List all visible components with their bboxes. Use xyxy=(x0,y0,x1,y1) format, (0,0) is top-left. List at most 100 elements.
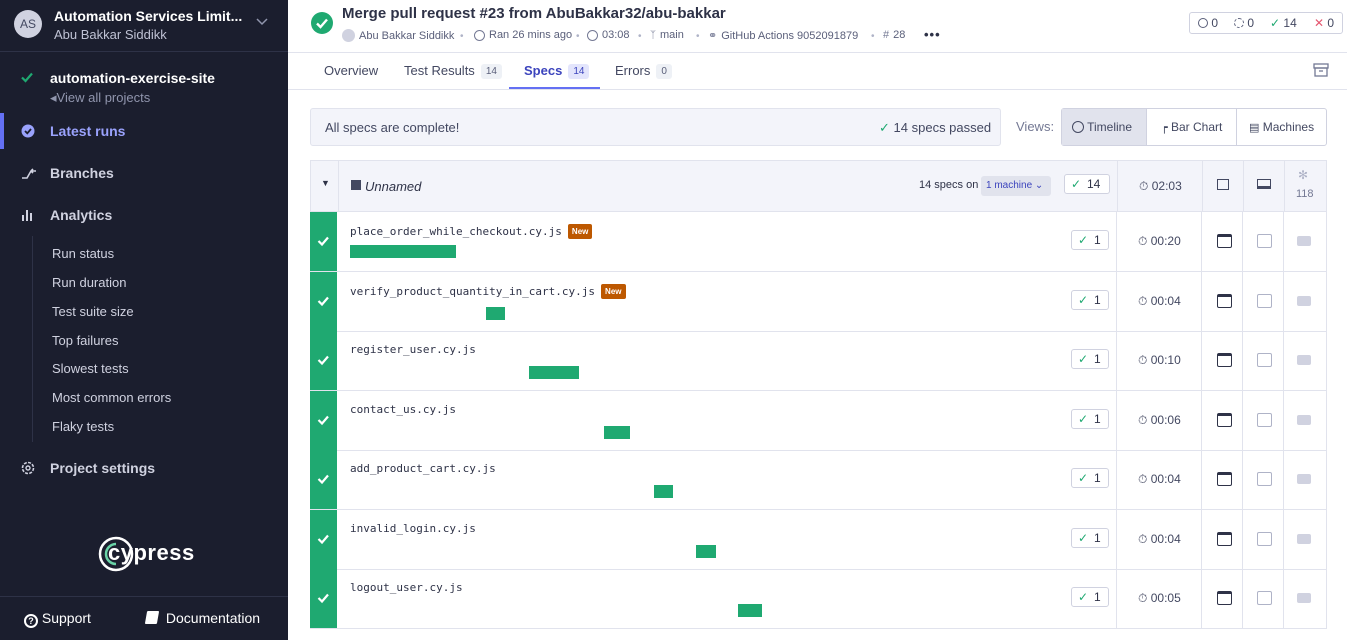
spec-name[interactable]: contact_us.cy.js xyxy=(350,403,456,416)
spec-passed: ✓ 1 xyxy=(1071,468,1109,488)
spec-row[interactable]: contact_us.cy.js ✓ 1 ⏱ 00:06 xyxy=(310,391,1327,451)
group-duration-value: 02:03 xyxy=(1151,179,1182,193)
analytics-top-failures[interactable]: Top failures xyxy=(52,333,118,348)
spec-row[interactable]: place_order_while_checkout.cy.js New ✓ 1 ⏱… xyxy=(310,212,1327,272)
view-bar-chart-button[interactable]: ┍ Bar Chart xyxy=(1147,109,1237,145)
divider xyxy=(338,161,339,211)
timeline-bar xyxy=(528,366,580,379)
check-icon: ✓ xyxy=(1078,471,1089,485)
specs-passed-text: 14 specs passed xyxy=(893,120,992,135)
spec-filename: logout_user.cy.js xyxy=(350,581,463,594)
spec-duration: ⏱ 00:10 xyxy=(1138,353,1181,368)
tab-specs[interactable]: Specs 14 xyxy=(524,63,590,79)
run-branch[interactable]: ᛉ main xyxy=(650,29,684,41)
video-icon[interactable] xyxy=(1297,474,1311,484)
view-label: Machines xyxy=(1262,120,1315,134)
spec-passed-value: 1 xyxy=(1094,531,1101,545)
analytics-run-duration[interactable]: Run duration xyxy=(52,275,126,290)
nav-analytics[interactable]: Analytics xyxy=(0,197,288,233)
output-log-icon[interactable] xyxy=(1217,294,1232,308)
nav-project-settings[interactable]: Project settings xyxy=(0,450,288,486)
cypress-logo: cypress xyxy=(98,534,198,574)
spec-passed-value: 1 xyxy=(1094,352,1101,366)
video-icon[interactable] xyxy=(1297,296,1311,306)
archive-icon[interactable] xyxy=(1313,62,1329,78)
nav-branches[interactable]: Branches xyxy=(0,155,288,191)
spec-name[interactable]: verify_product_quantity_in_cart.cy.js New xyxy=(350,284,626,299)
nav-label: Analytics xyxy=(50,207,113,223)
documentation-link[interactable]: Documentation xyxy=(144,610,260,626)
spec-group-header[interactable]: ▼ Unnamed 14 specs on 1 machine ⌄ ✓ 14 ⏱ … xyxy=(310,160,1327,212)
output-log-icon[interactable] xyxy=(1217,353,1232,367)
screenshot-icon[interactable] xyxy=(1257,294,1272,308)
chevron-down-icon[interactable] xyxy=(255,14,269,28)
output-log-icon[interactable] xyxy=(1217,591,1232,605)
output-log-icon[interactable] xyxy=(1217,234,1232,248)
video-icon[interactable] xyxy=(1297,355,1311,365)
run-duration: 03:08 xyxy=(587,29,630,41)
tab-overview[interactable]: Overview xyxy=(324,63,378,78)
run-ci[interactable]: ⚭ GitHub Actions 9052091879 xyxy=(708,29,858,43)
view-timeline-button[interactable]: Timeline xyxy=(1062,109,1147,145)
run-header: Merge pull request #23 from AbuBakkar32/… xyxy=(288,0,1347,53)
screenshot-icon[interactable] xyxy=(1257,532,1272,546)
caret-down-icon[interactable]: ▼ xyxy=(321,178,330,188)
spec-row[interactable]: logout_user.cy.js ✓ 1 ⏱ 00:05 xyxy=(310,569,1327,629)
analytics-flaky-tests[interactable]: Flaky tests xyxy=(52,419,114,434)
spec-name[interactable]: place_order_while_checkout.cy.js New xyxy=(350,224,593,239)
close-icon: ✕ xyxy=(1314,16,1325,30)
project-header: automation-exercise-site ◂View all proje… xyxy=(0,62,288,110)
spec-name[interactable]: register_user.cy.js xyxy=(350,343,476,356)
spec-name[interactable]: invalid_login.cy.js xyxy=(350,522,476,535)
check-icon: ✓ xyxy=(1078,352,1089,366)
support-link[interactable]: ? Support xyxy=(24,610,91,628)
output-log-icon[interactable] xyxy=(1217,472,1232,486)
output-log-icon[interactable] xyxy=(1217,532,1232,546)
screenshot-icon[interactable] xyxy=(1257,472,1272,486)
spec-passed-value: 1 xyxy=(1094,233,1101,247)
divider xyxy=(1116,272,1117,331)
screenshot-icon[interactable] xyxy=(1257,413,1272,427)
video-icon[interactable] xyxy=(1297,593,1311,603)
analytics-run-status[interactable]: Run status xyxy=(52,246,114,261)
check-icon: ✓ xyxy=(1270,16,1281,30)
output-log-icon[interactable] xyxy=(1217,413,1232,427)
analytics-test-suite-size[interactable]: Test suite size xyxy=(52,304,134,319)
machines-icon: ▤ xyxy=(1249,122,1260,134)
divider xyxy=(1201,272,1202,331)
spec-row[interactable]: verify_product_quantity_in_cart.cy.js New… xyxy=(310,272,1327,332)
spec-passed: ✓ 1 xyxy=(1071,290,1109,310)
screenshot-icon[interactable] xyxy=(1257,234,1272,248)
ran-ago: Ran 26 mins ago xyxy=(489,29,573,41)
view-machines-button[interactable]: ▤ Machines xyxy=(1237,109,1326,145)
stopwatch-icon: ⏱ xyxy=(1138,472,1148,486)
divider xyxy=(1201,510,1202,569)
spec-status-passed xyxy=(310,510,337,569)
org-switcher[interactable]: AS Automation Services Limit... Abu Bakk… xyxy=(0,0,288,52)
spec-status-passed xyxy=(310,212,337,271)
passed-count: ✓ 14 xyxy=(1270,16,1297,30)
specs-status-banner: All specs are complete! ✓ 14 specs passe… xyxy=(310,108,1001,146)
tab-test-results[interactable]: Test Results 14 xyxy=(404,63,502,79)
analytics-slowest-tests[interactable]: Slowest tests xyxy=(52,361,129,376)
spec-row[interactable]: register_user.cy.js ✓ 1 ⏱ 00:10 xyxy=(310,331,1327,391)
nav-latest-runs[interactable]: Latest runs xyxy=(0,113,288,149)
spec-row[interactable]: add_product_cart.cy.js ✓ 1 ⏱ 00:04 xyxy=(310,450,1327,510)
analytics-common-errors[interactable]: Most common errors xyxy=(52,390,171,405)
timeline-bar xyxy=(737,604,762,617)
screenshot-icon[interactable] xyxy=(1257,591,1272,605)
tab-errors[interactable]: Errors 0 xyxy=(615,63,672,79)
video-icon[interactable] xyxy=(1297,534,1311,544)
more-actions-button[interactable]: ••• xyxy=(924,27,941,42)
divider xyxy=(1242,569,1243,628)
view-all-projects-link[interactable]: ◂View all projects xyxy=(50,90,150,106)
spec-name[interactable]: add_product_cart.cy.js xyxy=(350,462,496,475)
spec-name[interactable]: logout_user.cy.js xyxy=(350,581,463,594)
screenshot-icon[interactable] xyxy=(1257,353,1272,367)
video-icon[interactable] xyxy=(1297,415,1311,425)
spec-row[interactable]: invalid_login.cy.js ✓ 1 ⏱ 00:04 xyxy=(310,510,1327,570)
video-icon[interactable] xyxy=(1297,236,1311,246)
machine-dropdown[interactable]: 1 machine ⌄ xyxy=(981,176,1051,196)
run-number-value: 28 xyxy=(893,29,906,41)
run-title: Merge pull request #23 from AbuBakkar32/… xyxy=(342,5,726,22)
